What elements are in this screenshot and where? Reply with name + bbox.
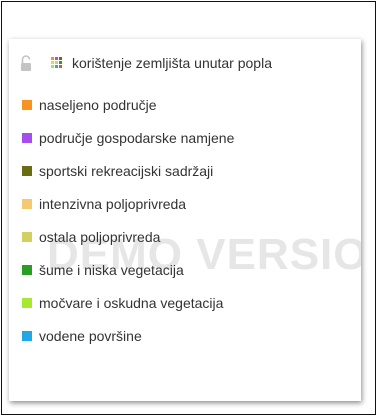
legend-label: ostala poljoprivreda [39,228,161,245]
legend-swatch [22,165,32,176]
legend-item: vodene površine [22,319,234,352]
legend-swatch [22,231,32,242]
legend-item: sportski rekreacijski sadržaji [22,154,234,187]
legend-swatch [22,330,32,341]
legend-item: naseljeno područje [22,88,234,121]
legend-swatch [22,132,32,143]
multicolor-grid-icon [51,57,63,69]
unlocked-padlock-icon[interactable] [19,54,33,72]
legend-label: intenzivna poljoprivreda [39,195,187,212]
legend-label: šume i niska vegetacija [39,261,184,278]
legend-swatch [22,99,32,110]
grid-icon-cell [51,61,54,64]
legend-label: vodene površine [39,327,142,344]
grid-icon-cell [59,61,62,64]
legend-label: močvare i oskudna vegetacija [39,294,224,311]
legend-label: sportski rekreacijski sadržaji [39,162,214,179]
legend-item: ostala poljoprivreda [22,220,234,253]
layer-group-header[interactable]: korištenje zemljišta unutar popla [19,52,361,74]
legend-item: intenzivna poljoprivreda [22,187,234,220]
legend-label: područje gospodarske namjene [39,129,235,146]
legend-item: šume i niska vegetacija [22,253,234,286]
grid-icon-cell [51,65,54,68]
layer-group-label: korištenje zemljišta unutar popla [72,55,272,71]
grid-icon-cell [55,57,58,60]
legend-panel: DEMO VERSION korištenje zemljišta unutar… [9,39,361,401]
grid-icon-cell [51,57,54,60]
legend-swatch [22,198,32,209]
window-frame: DEMO VERSION korištenje zemljišta unutar… [1,1,376,415]
grid-icon-cell [55,61,58,64]
legend-item: područje gospodarske namjene [22,121,234,154]
grid-icon-cell [59,57,62,60]
grid-icon-cell [55,65,58,68]
legend-item: močvare i oskudna vegetacija [22,286,234,319]
legend-list: naseljeno područje područje gospodarske n… [22,88,234,352]
legend-label: naseljeno područje [39,96,157,113]
grid-icon-cell [59,65,62,68]
legend-swatch [22,264,32,275]
legend-swatch [22,297,32,308]
